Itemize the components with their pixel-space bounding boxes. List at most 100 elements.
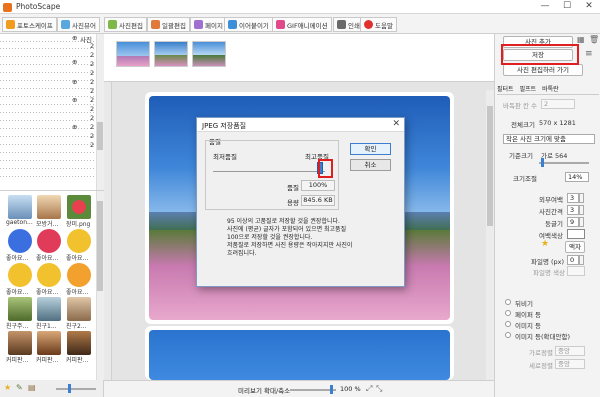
strip-photo[interactable] bbox=[192, 41, 226, 67]
frame-line-spinner[interactable] bbox=[579, 255, 584, 265]
thumbnail-image[interactable] bbox=[8, 195, 32, 219]
minimize-button[interactable]: — bbox=[534, 0, 556, 14]
tree-expand-icon[interactable]: ⊕ bbox=[72, 123, 77, 131]
thumbnail-image[interactable] bbox=[67, 297, 91, 321]
tree-item[interactable]: 2 bbox=[90, 42, 94, 50]
tab-photoscape[interactable]: 포토스케이프 bbox=[2, 17, 57, 32]
size-adjust-label: 크기조절 bbox=[513, 175, 537, 183]
thumbs-up-icon[interactable] bbox=[8, 229, 32, 253]
tab-page[interactable]: 페이지 bbox=[190, 17, 227, 32]
tree-item[interactable]: 2 bbox=[90, 96, 94, 104]
strip-photo[interactable] bbox=[154, 41, 188, 67]
thumbnail-image[interactable] bbox=[67, 331, 91, 355]
menu-icon[interactable]: ≡ bbox=[585, 49, 593, 59]
thumbnail-image[interactable] bbox=[8, 331, 32, 355]
tree-item[interactable]: 2 bbox=[90, 51, 94, 59]
sad-emoji-icon[interactable] bbox=[67, 229, 91, 253]
tree-scrollbar[interactable] bbox=[96, 34, 104, 190]
dialog-close-icon[interactable]: ✕ bbox=[392, 119, 400, 129]
thumb-size-slider[interactable] bbox=[56, 388, 96, 390]
tab-help[interactable]: 도움말 bbox=[360, 17, 397, 32]
tree-expand-icon[interactable]: ⊕ bbox=[72, 34, 77, 42]
actual-size-icon[interactable]: ⤡ bbox=[376, 384, 382, 394]
fit-mode-select[interactable]: 작은 사진 크기에 맞춤 bbox=[503, 134, 595, 144]
trash-icon[interactable]: 🗑 bbox=[589, 35, 599, 44]
fit-icon[interactable]: ⤢ bbox=[366, 384, 372, 394]
maximize-button[interactable]: ☐ bbox=[556, 0, 578, 14]
tree-item[interactable]: 2 bbox=[90, 60, 94, 68]
frame-color-swatch[interactable] bbox=[567, 266, 585, 276]
round-field[interactable]: 9 bbox=[567, 217, 579, 227]
tree-expand-icon[interactable]: ⊕ bbox=[72, 78, 77, 86]
zoom-slider-handle[interactable] bbox=[330, 385, 333, 394]
thumbnail-scroll-thumb[interactable] bbox=[97, 201, 103, 291]
tab-gif[interactable]: GIF애니메이션 bbox=[272, 17, 332, 32]
thumbnail-image[interactable] bbox=[37, 195, 61, 219]
tab-batch[interactable]: 일괄편집 bbox=[147, 17, 190, 32]
outer-margin-field[interactable]: 3 bbox=[567, 193, 579, 203]
outer-margin-spinner[interactable] bbox=[579, 193, 584, 203]
tree-item[interactable]: 2 bbox=[90, 78, 94, 86]
tree-item[interactable]: 2 bbox=[90, 105, 94, 113]
window-title: PhotoScape bbox=[16, 2, 61, 11]
round-spinner[interactable] bbox=[579, 217, 584, 227]
tree-item[interactable]: 2 bbox=[90, 123, 94, 131]
image-noexpand-radio[interactable] bbox=[505, 332, 511, 338]
tree-item[interactable]: 2 bbox=[90, 87, 94, 95]
photo-gap-field[interactable]: 3 bbox=[567, 205, 579, 215]
star-icon[interactable]: ★ bbox=[4, 383, 11, 392]
image-radio[interactable] bbox=[505, 321, 511, 327]
base-size-slider[interactable] bbox=[539, 162, 589, 164]
paper-radio[interactable] bbox=[505, 310, 511, 316]
tree-item[interactable]: 2 bbox=[90, 141, 94, 149]
tab-filter[interactable]: 필터트 bbox=[497, 84, 514, 93]
tree-item[interactable]: 2 bbox=[90, 132, 94, 140]
tab-background[interactable]: 바톡란 bbox=[542, 84, 559, 93]
frame-line-field[interactable]: 0 bbox=[567, 255, 579, 265]
quality-slider-track[interactable] bbox=[213, 171, 325, 172]
tab-viewer[interactable]: 사진뷰어 bbox=[57, 17, 100, 32]
tab-editor[interactable]: 사진편집 bbox=[104, 17, 147, 32]
base-size-slider-handle[interactable] bbox=[541, 158, 544, 167]
size-adjust-field[interactable]: 14% bbox=[565, 172, 589, 182]
heart-icon[interactable] bbox=[37, 229, 61, 253]
laugh-emoji-icon[interactable] bbox=[37, 263, 61, 287]
folder-tree[interactable]: ⊕ 사진 2 2 ⊕ 2 2 ⊕ 2 2 ⊕ 2 2 2 ⊕ 2 2 2 bbox=[0, 34, 104, 190]
close-button[interactable]: ✕ bbox=[578, 0, 600, 14]
quality-label: 품질 bbox=[287, 184, 299, 192]
folder-icon[interactable]: ▤ bbox=[28, 383, 36, 392]
viewer-icon bbox=[61, 20, 70, 29]
margin-select[interactable]: 2 bbox=[541, 99, 575, 109]
tree-item[interactable]: 2 bbox=[90, 69, 94, 77]
thumbnail-image[interactable] bbox=[8, 297, 32, 321]
thumbnail-image[interactable] bbox=[37, 297, 61, 321]
strip-photo[interactable] bbox=[116, 41, 150, 67]
wow-emoji-icon[interactable] bbox=[8, 263, 32, 287]
thumbnail-image[interactable] bbox=[37, 331, 61, 355]
margin-color-swatch[interactable] bbox=[567, 229, 585, 239]
thumbnail-label: 좋아요... bbox=[6, 255, 29, 262]
angry-emoji-icon[interactable] bbox=[67, 263, 91, 287]
photo-gap-label: 사진간격 bbox=[539, 208, 563, 216]
tree-item[interactable]: 2 bbox=[90, 114, 94, 122]
tab-filter2[interactable]: 필프트 bbox=[520, 84, 537, 93]
ok-button[interactable]: 확인 bbox=[350, 143, 391, 155]
canvas-scrollbar[interactable] bbox=[486, 90, 494, 380]
go-edit-button[interactable]: 사진 편집하러 가기 bbox=[503, 64, 583, 76]
tag-icon[interactable]: ✎ bbox=[16, 383, 23, 392]
tab-combine[interactable]: 이어붙이기 bbox=[224, 17, 273, 32]
cancel-button[interactable]: 취소 bbox=[350, 159, 391, 171]
canvas-scroll-thumb[interactable] bbox=[487, 106, 493, 226]
align-v-select[interactable]: 중앙 bbox=[555, 359, 585, 369]
tree-expand-icon[interactable]: ⊕ bbox=[72, 58, 77, 66]
thumb-size-slider-handle[interactable] bbox=[68, 384, 71, 393]
image-noexpand-label: 이미지 등(확대안함) bbox=[515, 333, 570, 341]
tree-scroll-thumb[interactable] bbox=[97, 122, 103, 150]
photo-gap-spinner[interactable] bbox=[579, 205, 584, 215]
frame-button[interactable]: 액자 bbox=[565, 241, 585, 253]
thumbnail-image[interactable] bbox=[67, 195, 91, 219]
frame-icon[interactable]: ▦ bbox=[577, 35, 585, 44]
flip-checkbox[interactable] bbox=[505, 299, 511, 305]
tree-expand-icon[interactable]: ⊕ bbox=[72, 96, 77, 104]
align-h-select[interactable]: 중앙 bbox=[555, 346, 585, 356]
